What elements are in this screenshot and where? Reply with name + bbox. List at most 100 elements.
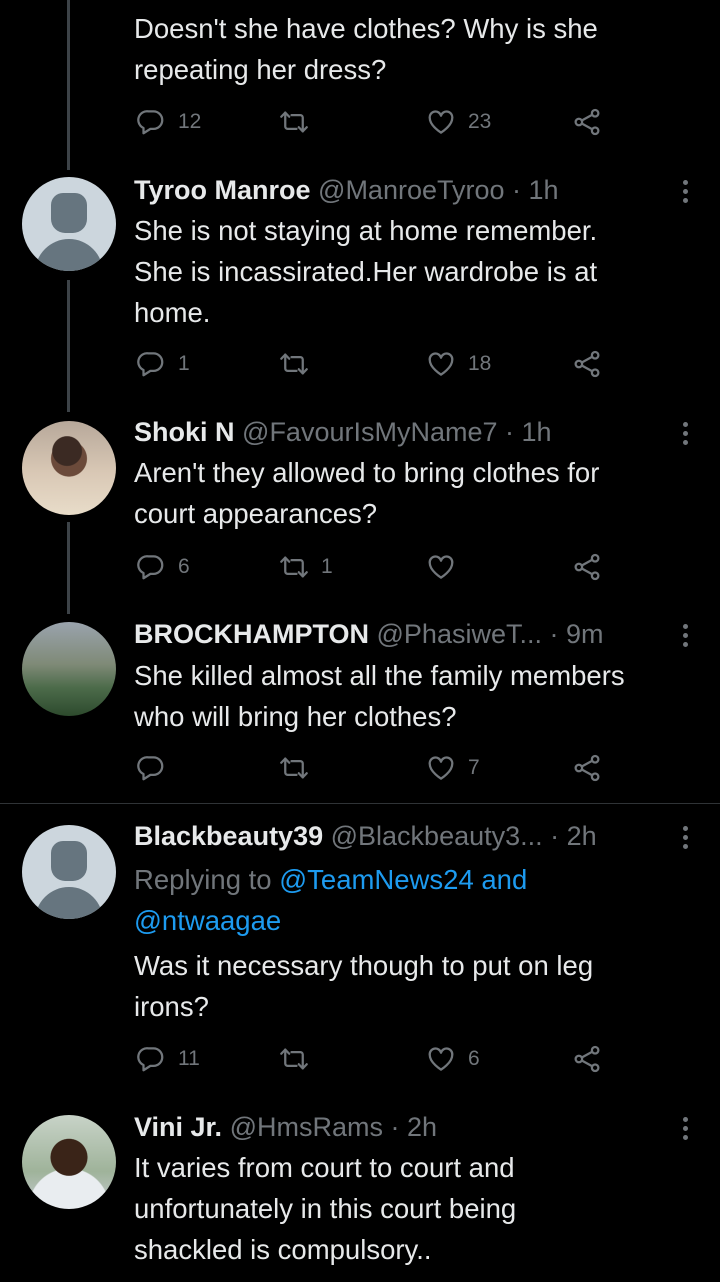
tweet[interactable]: Tyroo Manroe @ManroeTyroo · 1h She is no… (0, 172, 720, 412)
tweet-text-line: home. (134, 297, 211, 328)
share-button[interactable] (572, 1039, 602, 1079)
like-button[interactable]: 18 (426, 344, 491, 384)
tweet-header: Tyroo Manroe @ManroeTyroo · 1h (134, 172, 674, 208)
replying-mention-link[interactable]: @TeamNews24 and (279, 864, 527, 895)
reply-button[interactable]: 11 (136, 1039, 200, 1079)
reply-button[interactable]: 1 (136, 344, 190, 384)
reply-icon (136, 1044, 166, 1074)
retweet-icon (279, 107, 309, 137)
tweet-text-line: repeating her dress? (134, 54, 387, 85)
author-name[interactable]: Vini Jr. (134, 1112, 222, 1142)
share-icon (572, 552, 602, 582)
more-options-icon[interactable] (676, 620, 694, 650)
more-options-icon[interactable] (676, 176, 694, 206)
retweet-button[interactable]: 1 (279, 547, 333, 587)
author-name[interactable]: BROCKHAMPTON (134, 619, 369, 649)
tweet-time: · 9m (549, 619, 604, 649)
tweet-text-line: shackled is compulsory.. (134, 1234, 432, 1265)
tweet-text: It varies from court to court and unfort… (134, 1147, 694, 1270)
avatar[interactable] (22, 177, 116, 271)
reply-icon (136, 753, 166, 783)
tweet-text-line: Aren't they allowed to bring clothes for (134, 457, 600, 488)
replying-prefix: Replying to (134, 864, 280, 895)
like-button[interactable] (426, 547, 456, 587)
reply-icon (136, 107, 166, 137)
tweet[interactable]: Shoki N @FavourIsMyName7 · 1h Aren't the… (0, 414, 720, 614)
author-name[interactable]: Shoki N (134, 417, 235, 447)
reply-count: 11 (178, 1047, 200, 1070)
reply-icon (136, 552, 166, 582)
share-button[interactable] (572, 748, 602, 788)
like-icon (426, 753, 456, 783)
retweet-button[interactable] (279, 1039, 309, 1079)
tweet-header: BROCKHAMPTON @PhasiweT... · 9m (134, 616, 674, 652)
avatar[interactable] (22, 421, 116, 515)
more-options-icon[interactable] (676, 822, 694, 852)
tweet-text: She killed almost all the family members… (134, 655, 694, 737)
retweet-icon (279, 753, 309, 783)
reply-icon (136, 349, 166, 379)
author-handle[interactable]: @ManroeTyroo (318, 175, 504, 205)
tweet-actions: 12 23 (134, 102, 614, 142)
more-options-icon[interactable] (676, 418, 694, 448)
share-button[interactable] (572, 547, 602, 587)
like-count: 6 (468, 1047, 480, 1070)
tweet[interactable]: Doesn't she have clothes? Why is she rep… (0, 0, 720, 160)
reply-button[interactable]: 12 (136, 102, 201, 142)
share-icon (572, 349, 602, 379)
tweet-time: · 1h (505, 417, 552, 447)
avatar[interactable] (22, 1115, 116, 1209)
like-button[interactable]: 6 (426, 1039, 480, 1079)
tweet-text: She is not staying at home remember. She… (134, 210, 694, 333)
reply-button[interactable]: 6 (136, 547, 190, 587)
like-button[interactable]: 7 (426, 748, 480, 788)
tweet-header: Blackbeauty39 @Blackbeauty3... · 2h (134, 818, 674, 854)
tweet-text-line: court appearances? (134, 498, 378, 529)
retweet-button[interactable] (279, 102, 309, 142)
tweet-time: · 2h (550, 821, 597, 851)
author-handle[interactable]: @PhasiweT... (377, 619, 542, 649)
like-icon (426, 552, 456, 582)
replying-to: Replying to @TeamNews24 and @ntwaagae (134, 859, 694, 941)
share-icon (572, 753, 602, 783)
avatar[interactable] (22, 825, 116, 919)
author-name[interactable]: Blackbeauty39 (134, 821, 323, 851)
reply-button[interactable] (136, 748, 166, 788)
retweet-button[interactable] (279, 344, 309, 384)
reply-count: 6 (178, 555, 190, 578)
like-count: 23 (468, 110, 492, 133)
share-icon (572, 107, 602, 137)
author-handle[interactable]: @FavourIsMyName7 (242, 417, 497, 447)
tweet-text-line: Was it necessary though to put on leg (134, 950, 594, 981)
tweet[interactable]: BROCKHAMPTON @PhasiweT... · 9m She kille… (0, 616, 720, 806)
tweet-text: Was it necessary though to put on leg ir… (134, 945, 694, 1027)
tweet-time: · 2h (390, 1112, 438, 1142)
author-name[interactable]: Tyroo Manroe (134, 175, 311, 205)
tweet-text-line: She killed almost all the family members (134, 660, 625, 691)
conversation-divider (0, 803, 720, 804)
tweet-text: Aren't they allowed to bring clothes for… (134, 452, 694, 534)
author-handle[interactable]: @HmsRams (230, 1112, 383, 1142)
share-button[interactable] (572, 102, 602, 142)
like-count: 18 (468, 352, 492, 375)
more-options-icon[interactable] (676, 1113, 694, 1143)
retweet-button[interactable] (279, 748, 309, 788)
tweet-actions: 1 18 (134, 344, 614, 384)
tweet-text-line: unfortunately in this court being (134, 1193, 517, 1224)
tweet-text-line: It varies from court to court and (134, 1152, 515, 1183)
retweet-icon (279, 1044, 309, 1074)
share-button[interactable] (572, 344, 602, 384)
tweet[interactable]: Vini Jr. @HmsRams · 2h It varies from co… (0, 1109, 720, 1282)
replying-mention-link[interactable]: @ntwaagae (134, 905, 281, 936)
like-button[interactable]: 23 (426, 102, 491, 142)
reply-count: 1 (178, 352, 190, 375)
tweet-text-line: who will bring her clothes? (134, 701, 457, 732)
tweet-text: Doesn't she have clothes? Why is she rep… (134, 8, 694, 90)
retweet-count: 1 (321, 555, 333, 578)
tweet-actions: 11 6 (134, 1039, 614, 1079)
tweet-text-line: irons? (134, 991, 209, 1022)
author-handle[interactable]: @Blackbeauty3... (331, 821, 543, 851)
avatar[interactable] (22, 622, 116, 716)
tweet[interactable]: Blackbeauty39 @Blackbeauty3... · 2h Repl… (0, 818, 720, 1088)
like-icon (426, 349, 456, 379)
